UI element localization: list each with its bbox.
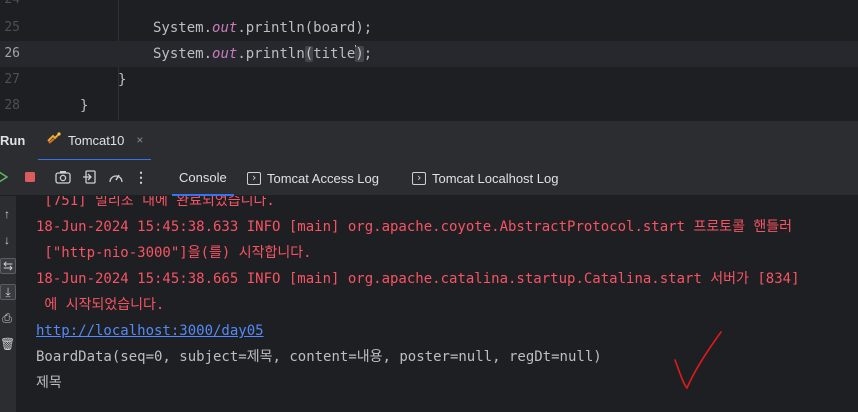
code-token: .println(board);: [237, 20, 373, 36]
tab-console[interactable]: Console: [172, 160, 234, 196]
console-line-error: 에 시작되었습니다.: [36, 297, 165, 313]
terminal-icon: ›: [247, 171, 261, 185]
tab-label: Tomcat Localhost Log: [432, 170, 559, 186]
camera-icon[interactable]: [54, 168, 72, 186]
console-line-error: 18-Jun-2024 15:45:38.665 INFO [main] org…: [36, 271, 800, 287]
code-token: }: [80, 98, 89, 114]
tab-tomcat10[interactable]: Tomcat10 ×: [38, 121, 152, 161]
rerun-icon[interactable]: [0, 168, 12, 186]
tab-tomcat-access-log[interactable]: › Tomcat Access Log: [247, 160, 379, 196]
run-toolwindow-header: Run Tomcat10 ×: [0, 120, 858, 161]
console-output[interactable]: [751] 밀리초 내에 완료되었습니다. 18-Jun-2024 15:45:…: [16, 196, 858, 412]
console-side-actions: ↑ ↓ ⇆ ⤓ ⎙ 🗑: [0, 196, 16, 412]
handwritten-checkmark: [674, 331, 722, 389]
code-token: .println: [237, 46, 305, 62]
arrow-up-icon[interactable]: ↑: [0, 206, 14, 222]
tab-label: Tomcat10: [68, 132, 125, 148]
gauge-icon[interactable]: [107, 168, 125, 186]
code-token: System.: [153, 46, 213, 62]
line-number: 26: [4, 46, 20, 61]
trash-icon[interactable]: 🗑: [0, 336, 15, 352]
line-number: 25: [4, 20, 20, 35]
matched-paren: ): [355, 46, 364, 62]
tomcat-icon: [46, 131, 62, 150]
line-number: 24: [0, 0, 20, 13]
print-icon[interactable]: ⎙: [0, 310, 14, 326]
code-token-field: out: [212, 46, 238, 62]
tab-tomcat-localhost-log[interactable]: › Tomcat Localhost Log: [412, 160, 558, 196]
stop-icon[interactable]: [21, 168, 39, 186]
tab-label: Console: [179, 169, 227, 185]
console-link[interactable]: http://localhost:3000/day05: [36, 318, 264, 344]
code-line[interactable]: 28 }: [0, 93, 858, 119]
console-line-output: 제목: [36, 375, 62, 391]
more-icon[interactable]: ⋮: [132, 168, 150, 186]
scroll-to-end-icon[interactable]: ⤓: [0, 284, 16, 300]
terminal-icon: ›: [412, 171, 426, 185]
code-line[interactable]: 24: [0, 0, 858, 13]
code-token: }: [118, 72, 127, 88]
close-icon[interactable]: ×: [136, 133, 143, 147]
exit-icon[interactable]: [81, 168, 99, 186]
matched-paren: (: [304, 46, 314, 62]
code-token: System.: [153, 20, 213, 36]
code-token: title: [313, 46, 356, 62]
console-toolbar: ⋮ Console › Tomcat Access Log › Tomcat L…: [0, 160, 858, 196]
code-editor[interactable]: 24 25 System.out.println(board); 26 Syst…: [0, 0, 858, 120]
code-token: ;: [363, 46, 373, 62]
console-line-error: ["http-nio-3000"]을(를) 시작합니다.: [36, 245, 312, 261]
code-line[interactable]: 25 System.out.println(board);: [0, 15, 858, 41]
console-line-error: 18-Jun-2024 15:45:38.633 INFO [main] org…: [36, 219, 793, 235]
line-number: 27: [4, 72, 20, 87]
code-line[interactable]: 27 }: [0, 67, 858, 93]
console-line-output: BoardData(seq=0, subject=제목, content=내용,…: [36, 349, 602, 365]
code-line-current[interactable]: 26 System.out.println(title);: [0, 41, 858, 67]
code-token-field: out: [212, 20, 238, 36]
console-line-error: [751] 밀리초 내에 완료되었습니다.: [36, 196, 275, 209]
arrow-down-icon[interactable]: ↓: [0, 232, 14, 248]
line-number: 28: [4, 98, 20, 113]
soft-wrap-icon[interactable]: ⇆: [0, 258, 16, 274]
tab-label: Tomcat Access Log: [267, 170, 379, 186]
run-label: Run: [0, 133, 26, 148]
